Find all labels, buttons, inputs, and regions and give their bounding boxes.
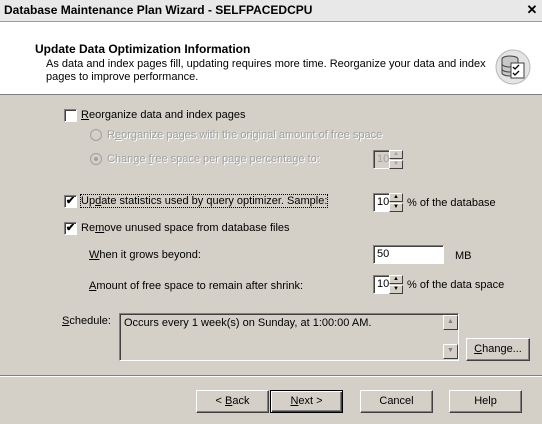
scroll-down-icon[interactable]: ▼ <box>443 344 458 359</box>
reorg-change-label: Change free space per page percentage to… <box>107 153 320 165</box>
footer-divider <box>0 375 542 377</box>
page-title: Update Data Optimization Information <box>35 42 251 56</box>
back-button[interactable]: < Back <box>196 390 269 413</box>
remove-unused-label[interactable]: Remove unused space from database files <box>81 222 290 234</box>
grows-beyond-input[interactable]: 50 <box>373 245 444 264</box>
close-button[interactable]: ✕ <box>524 3 540 18</box>
title-bar[interactable]: Database Maintenance Plan Wizard - SELFP… <box>0 0 542 22</box>
help-button[interactable]: Help <box>449 390 522 413</box>
reorganize-checkbox[interactable] <box>64 109 77 122</box>
spin-down-icon[interactable]: ▼ <box>389 160 403 169</box>
spin-down-icon[interactable]: ▼ <box>389 285 403 294</box>
stats-sample-input[interactable]: 10 <box>373 193 390 212</box>
grows-beyond-unit: MB <box>455 250 472 262</box>
next-button[interactable]: Next > <box>270 390 343 413</box>
spin-up-icon[interactable]: ▲ <box>389 150 403 159</box>
reorg-original-label: Reorganize pages with the original amoun… <box>107 129 383 141</box>
database-checklist-icon <box>495 49 531 85</box>
stats-sample-suffix: % of the database <box>407 197 496 209</box>
wizard-window: Database Maintenance Plan Wizard - SELFP… <box>0 0 542 424</box>
spin-up-icon[interactable]: ▲ <box>389 275 403 284</box>
remove-unused-checkbox[interactable]: ✔ <box>64 222 77 235</box>
reorg-original-radio[interactable] <box>90 129 102 141</box>
scroll-up-icon[interactable]: ▲ <box>443 315 458 330</box>
schedule-text: Occurs every 1 week(s) on Sunday, at 1:0… <box>124 317 372 329</box>
wizard-header: Update Data Optimization Information As … <box>0 22 542 95</box>
cancel-button[interactable]: Cancel <box>360 390 433 413</box>
reorg-change-radio[interactable] <box>90 153 102 165</box>
schedule-textbox[interactable]: Occurs every 1 week(s) on Sunday, at 1:0… <box>119 313 459 361</box>
update-statistics-checkbox[interactable]: ✔ <box>64 195 77 208</box>
schedule-label: Schedule: <box>62 315 111 327</box>
free-space-label: Amount of free space to remain after shr… <box>89 280 303 292</box>
window-title: Database Maintenance Plan Wizard - SELFP… <box>4 3 313 17</box>
page-description: As data and index pages fill, updating r… <box>46 58 486 83</box>
reorganize-label[interactable]: Reorganize data and index pages <box>81 109 246 121</box>
reorg-percent-input[interactable]: 10 <box>373 150 390 169</box>
free-space-input[interactable]: 10 <box>373 275 390 294</box>
stats-sample-spinner[interactable]: ▲ ▼ <box>389 193 403 212</box>
grows-beyond-label: When it grows beyond: <box>89 249 201 261</box>
free-space-suffix: % of the data space <box>407 279 505 291</box>
reorg-percent-spinner[interactable]: ▲ ▼ <box>389 150 403 169</box>
spin-up-icon[interactable]: ▲ <box>389 193 403 202</box>
update-statistics-label[interactable]: Update statistics used by query optimize… <box>79 194 329 208</box>
free-space-spinner[interactable]: ▲ ▼ <box>389 275 403 294</box>
change-schedule-button[interactable]: Change... <box>466 338 530 361</box>
spin-down-icon[interactable]: ▼ <box>389 203 403 212</box>
